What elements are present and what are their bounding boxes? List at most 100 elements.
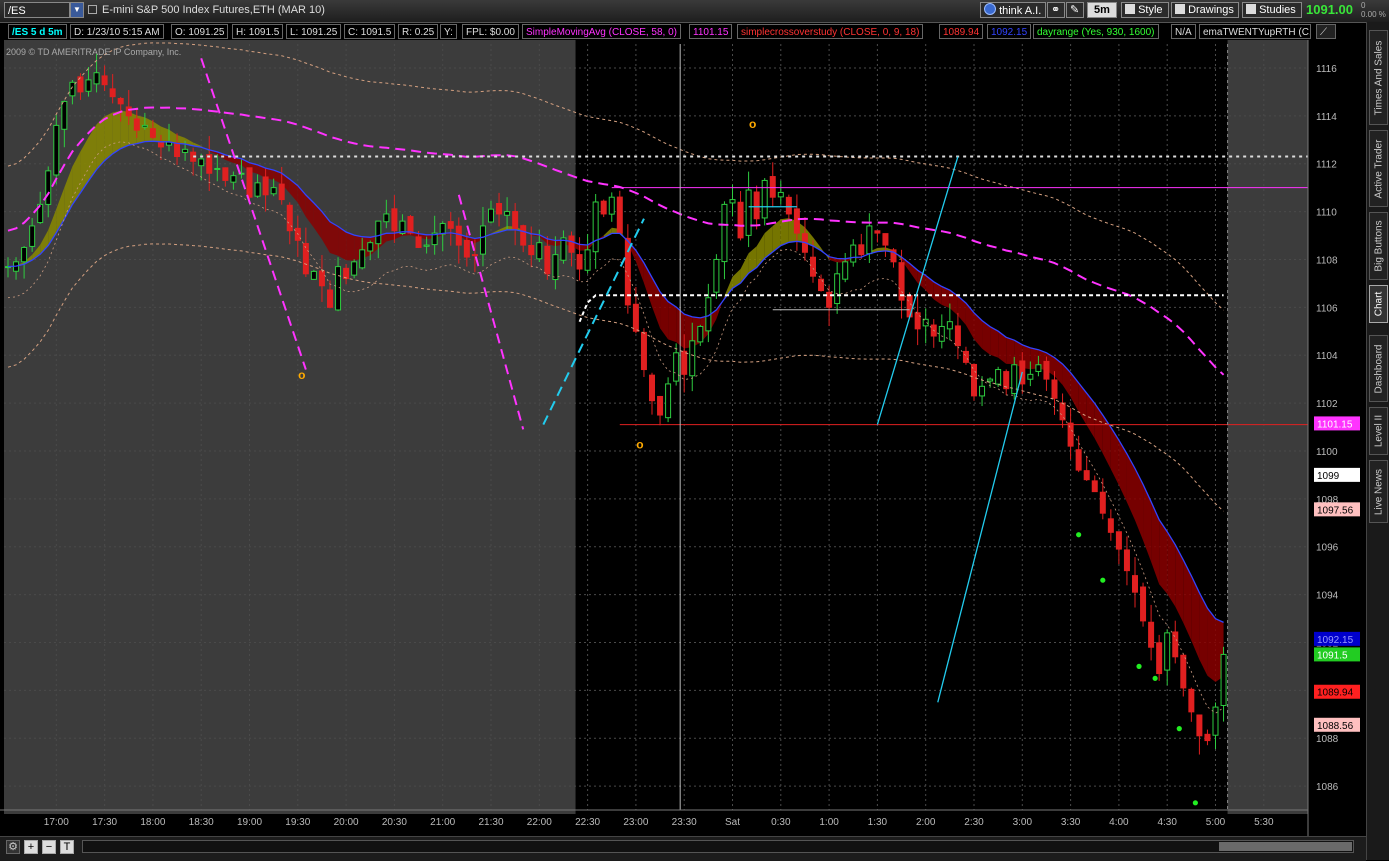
candle-body [874, 230, 881, 234]
zoom-in-button[interactable]: + [24, 840, 38, 854]
candle-body [954, 325, 961, 347]
candle-body [1220, 653, 1227, 706]
candle-body [391, 208, 398, 232]
candle-body [1091, 480, 1098, 493]
y-tick-label: 1100 [1316, 447, 1338, 458]
crossover-study-label[interactable]: simplecrossoverstudy (CLOSE, 0, 9, 18) [737, 24, 924, 39]
candle-body [182, 148, 189, 153]
study-info-bar: /ES 5 d 5m D: 1/23/10 5:15 AM O: 1091.25… [0, 23, 1336, 40]
candle-body [335, 266, 342, 311]
price-label: 1091.5 [1317, 650, 1348, 661]
candle-body [471, 254, 478, 257]
gear-icon[interactable] [88, 5, 97, 14]
candle-body [222, 167, 229, 181]
crossover-ribbon-segment [1207, 608, 1216, 683]
think-ai-button[interactable]: think A.I. [980, 2, 1046, 18]
candle-body [544, 245, 551, 275]
candle-body [1027, 373, 1034, 380]
crossover-ribbon-segment [346, 231, 355, 261]
crossover-ribbon-segment [780, 218, 789, 246]
price-label: 1088.56 [1317, 721, 1354, 732]
candle-body [777, 191, 784, 198]
y-tick-label: 1094 [1316, 591, 1339, 602]
candle-body [1164, 632, 1171, 671]
candle-body [198, 158, 205, 167]
candle-body [1148, 621, 1155, 648]
candle-body [479, 225, 486, 255]
y-tick-label: 1112 [1316, 160, 1337, 171]
price-chart[interactable]: ooo 108610881090109210941096109811001102… [0, 40, 1366, 836]
x-tick-label: Sat [725, 817, 740, 828]
wrench-icon[interactable]: ✎ [1066, 2, 1084, 18]
y-tick-label: 1086 [1316, 782, 1339, 793]
candle-body [882, 233, 889, 246]
candle-body [737, 201, 744, 239]
tab-live-news[interactable]: Live News [1369, 460, 1388, 523]
y-tick-label: 1104 [1316, 351, 1338, 362]
study-marker: o [636, 438, 643, 452]
candle-body [608, 196, 615, 215]
candle-body [616, 196, 623, 234]
link-icon[interactable]: ⚭ [1047, 2, 1065, 18]
candle-body [351, 261, 358, 276]
candle-body [1156, 642, 1163, 675]
candle-body [697, 325, 704, 343]
bar-close: C: 1091.5 [344, 24, 396, 39]
candle-body [125, 106, 132, 117]
tab-big-buttons[interactable]: Big Buttons [1369, 212, 1388, 280]
symbol-input[interactable]: /ES [4, 2, 70, 18]
instrument-description: E-mini S&P 500 Index Futures,ETH (MAR 10… [102, 4, 325, 16]
candle-body [117, 97, 124, 105]
candle-body [141, 124, 148, 128]
chart-settings-icon[interactable]: ⟋ [1316, 24, 1336, 39]
candle-body [946, 321, 953, 330]
scrollbar-thumb[interactable] [1219, 842, 1352, 851]
candle-body [665, 383, 672, 419]
tab-active-trader[interactable]: Active Trader [1369, 130, 1388, 207]
candle-body [246, 167, 253, 198]
x-tick-label: 22:30 [575, 817, 600, 828]
sma-study-label[interactable]: SimpleMovingAvg (CLOSE, 58, 0) [522, 24, 681, 39]
candle-body [327, 289, 333, 308]
chart-scrollbar[interactable] [82, 840, 1354, 853]
chart-label: /ES 5 d 5m [8, 24, 67, 39]
interval-button[interactable]: 5m [1087, 2, 1117, 18]
settings-icon[interactable]: ⚙ [6, 840, 20, 854]
candle-body [512, 211, 519, 229]
candle-body [1132, 575, 1138, 593]
drawings-button[interactable]: Drawings [1171, 2, 1239, 18]
tab-level-ii[interactable]: Level II [1369, 407, 1388, 455]
candle-body [367, 242, 374, 252]
tab-times-and-sales[interactable]: Times And Sales [1369, 30, 1388, 125]
globe-icon [984, 3, 996, 15]
candle-body [657, 395, 664, 416]
signal-dot [1176, 726, 1182, 732]
x-tick-label: 18:30 [189, 817, 214, 828]
x-tick-label: 20:30 [382, 817, 407, 828]
candle-body [769, 176, 776, 198]
candle-body [528, 244, 535, 256]
tab-chart[interactable]: Chart [1369, 285, 1388, 323]
candle-body [270, 187, 277, 195]
x-tick-label: 5:30 [1254, 817, 1274, 828]
candle-body [1196, 714, 1203, 737]
symbol-dropdown-icon[interactable]: ▼ [70, 2, 84, 18]
ema-study-label[interactable]: emaTWENTYupRTH (C... [1199, 24, 1311, 39]
tab-label: Chart [1373, 291, 1384, 317]
candle-body [53, 124, 60, 176]
fit-button[interactable]: T [60, 840, 74, 854]
y-tick-label: 1116 [1316, 64, 1337, 75]
candle-body [407, 216, 414, 234]
y-tick-label: 1110 [1316, 208, 1337, 219]
candle-body [971, 363, 977, 397]
zoom-out-button[interactable]: − [42, 840, 56, 854]
style-button[interactable]: Style [1121, 2, 1169, 18]
candle-body [713, 258, 720, 293]
candle-body [423, 244, 430, 247]
candle-body [640, 331, 647, 371]
x-tick-label: 17:30 [92, 817, 117, 828]
crossover-ribbon-segment [1006, 337, 1015, 365]
studies-button[interactable]: Studies [1242, 2, 1302, 18]
tab-dashboard[interactable]: Dashboard [1369, 335, 1388, 402]
dayrange-study-label[interactable]: dayrange (Yes, 930, 1600) [1033, 24, 1159, 39]
